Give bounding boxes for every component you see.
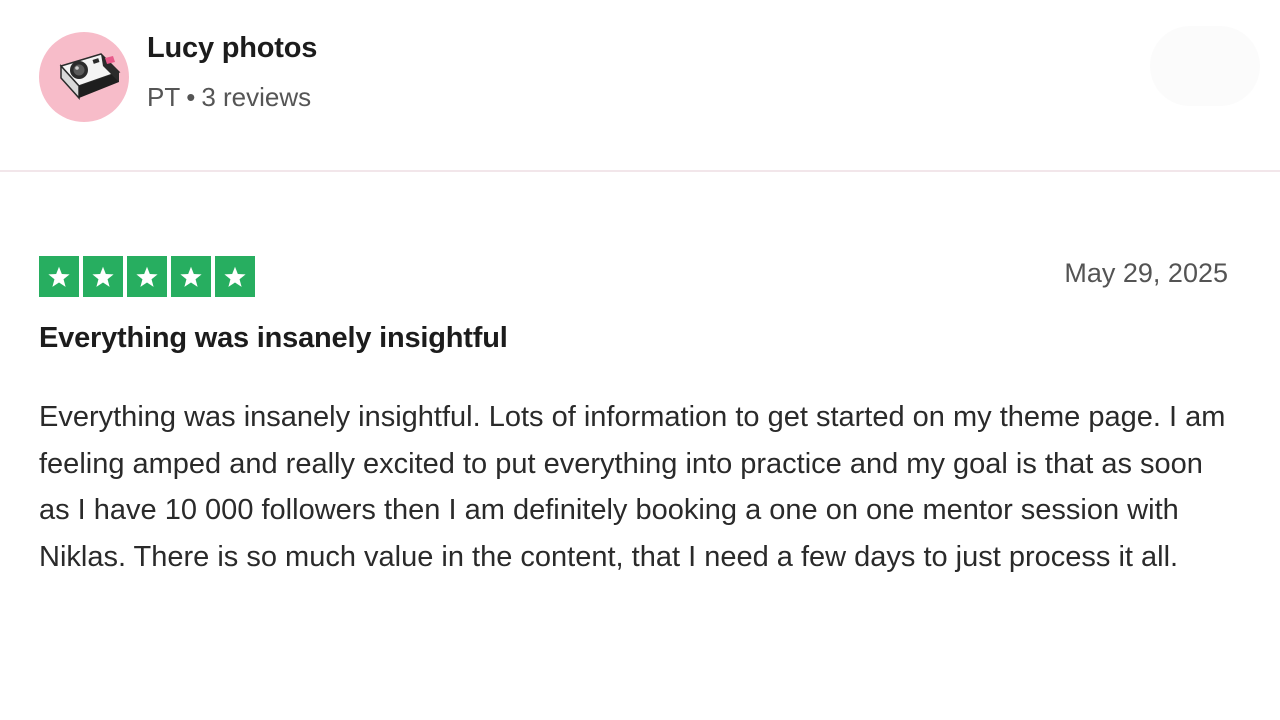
reviewer-header: Lucy photos PT • 3 reviews xyxy=(0,0,1280,172)
reviewer-country: PT xyxy=(147,82,181,112)
star-icon xyxy=(48,266,70,287)
polaroid-camera-icon xyxy=(59,53,121,100)
meta-separator: • xyxy=(186,82,196,112)
reviewer-review-count[interactable]: 3 reviews xyxy=(201,82,311,112)
star-icon xyxy=(224,266,246,287)
reviewer-meta: PT • 3 reviews xyxy=(147,82,311,113)
star-icon xyxy=(180,266,202,287)
reviewer-avatar[interactable] xyxy=(39,32,129,122)
review-body: Everything was insanely insightful. Lots… xyxy=(39,401,1226,573)
star-box xyxy=(39,256,79,297)
review-date: May 29, 2025 xyxy=(1064,258,1228,288)
review-title[interactable]: Everything was insanely insightful xyxy=(39,322,508,355)
header-action-placeholder xyxy=(1150,26,1260,106)
star-box xyxy=(127,256,167,297)
star-box xyxy=(83,256,123,297)
star-box xyxy=(171,256,211,297)
star-icon xyxy=(92,266,114,287)
star-icon xyxy=(136,266,158,287)
review-card: Lucy photos PT • 3 reviews May 29, 2025 Ev… xyxy=(0,0,1280,720)
star-rating xyxy=(39,256,255,297)
reviewer-name[interactable]: Lucy photos xyxy=(147,32,317,65)
star-box xyxy=(215,256,255,297)
